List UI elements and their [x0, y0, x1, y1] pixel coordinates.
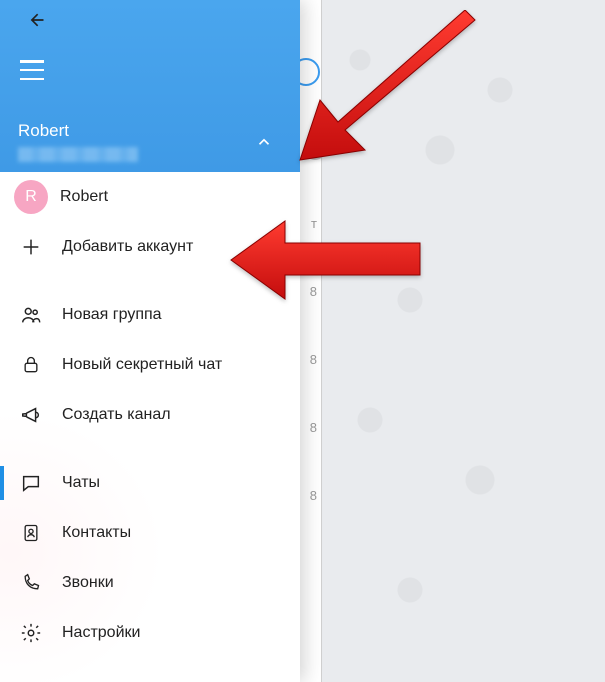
profile-phone-blurred: [18, 147, 138, 162]
menu-chats[interactable]: Чаты: [0, 458, 300, 508]
menu-label: Новый секретный чат: [62, 356, 222, 374]
menu-label: Настройки: [62, 624, 140, 642]
lock-icon: [18, 352, 44, 378]
contacts-icon: [18, 520, 44, 546]
back-button[interactable]: [22, 6, 50, 34]
hamburger-menu-button[interactable]: [20, 60, 48, 80]
menu-contacts[interactable]: Контакты: [0, 508, 300, 558]
peek-text: 8: [300, 394, 321, 462]
peek-text: 8: [300, 258, 321, 326]
section-divider: [0, 272, 300, 290]
peek-text: 8: [300, 326, 321, 394]
avatar-placeholder: [304, 138, 326, 160]
gear-icon: [18, 620, 44, 646]
menu-calls[interactable]: Звонки: [0, 558, 300, 608]
chevron-up-icon: [255, 133, 273, 151]
menu-label: Звонки: [62, 574, 114, 592]
peek-text: 8: [300, 462, 321, 530]
group-icon: [18, 302, 44, 328]
profile-block: Robert: [18, 121, 284, 162]
chat-background: [320, 0, 605, 682]
menu-label: Контакты: [62, 524, 131, 542]
menu-new-secret-chat[interactable]: Новый секретный чат: [0, 340, 300, 390]
drawer-body: R Robert Добавить аккаунт Новая группа: [0, 172, 300, 682]
section-divider: [0, 440, 300, 458]
accounts-toggle-button[interactable]: [248, 126, 280, 158]
profile-name: Robert: [18, 121, 284, 141]
megaphone-icon: [18, 402, 44, 428]
menu-label: Чаты: [62, 474, 100, 492]
arrow-left-icon: [26, 10, 46, 30]
menu-create-channel[interactable]: Создать канал: [0, 390, 300, 440]
menu-label: Новая группа: [62, 306, 162, 324]
phone-icon: [18, 570, 44, 596]
peek-text: т: [300, 190, 321, 258]
menu-settings[interactable]: Настройки: [0, 608, 300, 658]
add-account-button[interactable]: Добавить аккаунт: [0, 222, 300, 272]
account-name: Robert: [60, 188, 108, 206]
chat-icon: [18, 470, 44, 496]
avatar: R: [14, 180, 48, 214]
chat-list-peek: т 8 8 8 8: [300, 0, 322, 682]
main-drawer: Robert R Robert Добавить аккаунт: [0, 0, 300, 682]
menu-label: Создать канал: [62, 406, 171, 424]
add-account-label: Добавить аккаунт: [62, 238, 193, 256]
account-item-current[interactable]: R Robert: [0, 172, 300, 222]
menu-new-group[interactable]: Новая группа: [0, 290, 300, 340]
app-root: т 8 8 8 8 Robert R Ro: [0, 0, 605, 682]
plus-icon: [18, 234, 44, 260]
drawer-header: Robert: [0, 0, 300, 172]
